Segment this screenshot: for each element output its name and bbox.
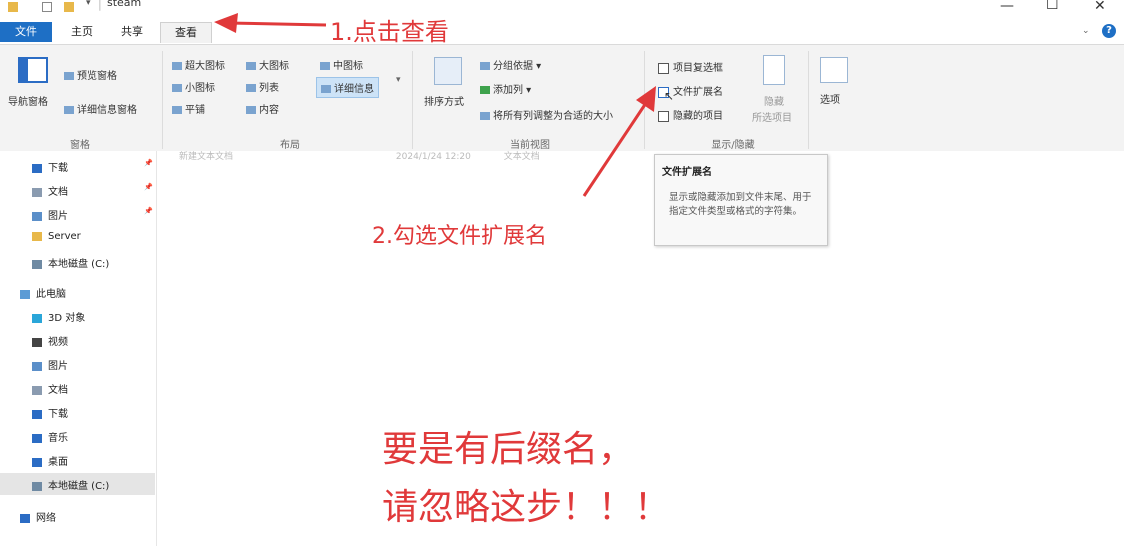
- arrow-to-view-tab: [214, 13, 327, 33]
- step1-annotation: 1.点击查看: [330, 18, 449, 46]
- note-line1: 要是有后缀名，: [382, 429, 635, 470]
- note-line2: 请忽略这步！！！: [382, 487, 671, 528]
- arrow-to-file-extensions: [582, 86, 656, 197]
- step2-annotation: 2.勾选文件扩展名: [372, 224, 547, 249]
